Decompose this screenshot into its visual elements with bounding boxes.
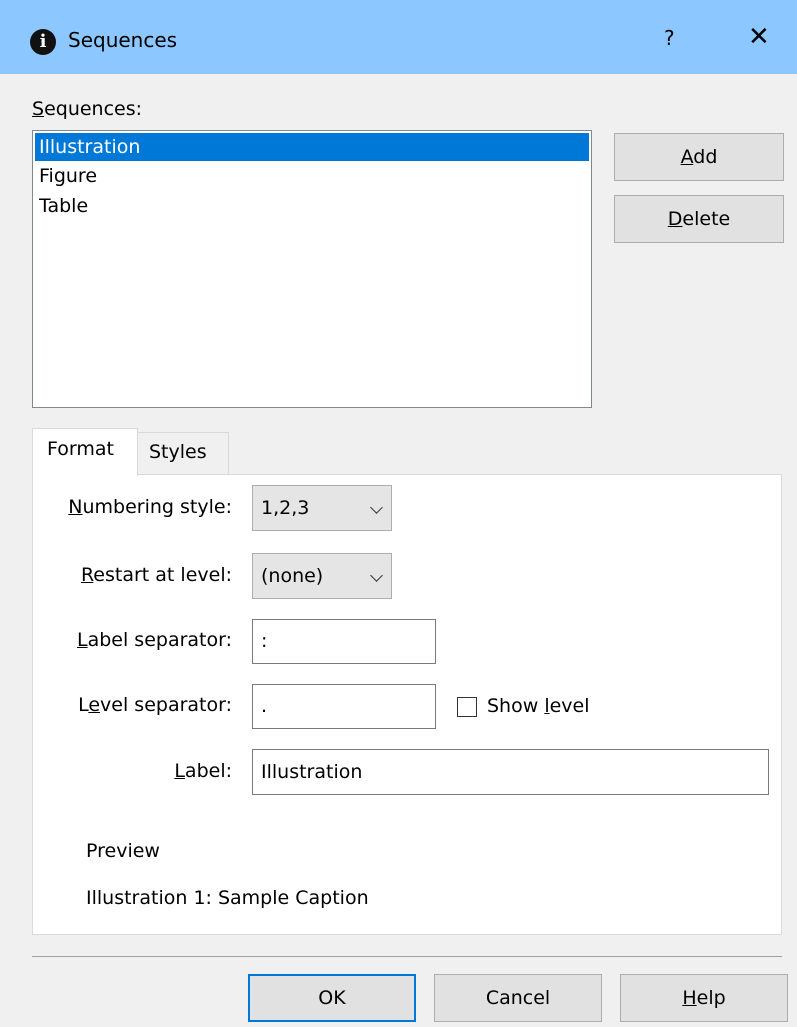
divider xyxy=(32,956,782,957)
numbering-style-dropdown[interactable]: 1,2,3 xyxy=(252,485,392,531)
label-separator-label: Label separator: xyxy=(76,629,232,651)
add-button[interactable]: Add xyxy=(614,133,784,181)
level-separator-label: Level separator: xyxy=(78,694,232,716)
tab-styles[interactable]: Styles xyxy=(137,432,229,475)
list-item[interactable]: Table xyxy=(33,191,591,221)
help-button[interactable]: Help xyxy=(620,974,788,1022)
sequences-listbox[interactable]: Illustration Figure Table xyxy=(32,130,592,408)
window-title: Sequences xyxy=(68,28,178,52)
restart-level-label: Restart at level: xyxy=(80,564,232,586)
label-field-label: Label: xyxy=(174,760,232,782)
info-icon: i xyxy=(30,29,56,55)
help-icon[interactable]: ? xyxy=(664,26,675,50)
restart-level-dropdown[interactable]: (none) xyxy=(252,553,392,599)
close-icon[interactable]: ✕ xyxy=(748,22,770,52)
numbering-style-label: Numbering style: xyxy=(68,496,232,518)
chevron-down-icon xyxy=(370,569,383,582)
sequences-label: Sequences: xyxy=(32,98,143,120)
show-level-checkbox[interactable] xyxy=(457,697,477,717)
level-separator-input[interactable]: . xyxy=(252,684,436,729)
preview-heading: Preview xyxy=(86,840,160,862)
label-input[interactable]: Illustration xyxy=(252,749,769,795)
numbering-style-value: 1,2,3 xyxy=(261,497,310,519)
restart-level-value: (none) xyxy=(261,565,324,587)
show-level-label[interactable]: Show level xyxy=(487,695,590,717)
list-item[interactable]: Illustration xyxy=(35,133,589,161)
label-separator-input[interactable]: : xyxy=(252,619,436,664)
preview-caption: Illustration 1: Sample Caption xyxy=(86,887,369,909)
list-item[interactable]: Figure xyxy=(33,161,591,191)
title-bar: i Sequences ? ✕ xyxy=(0,0,797,74)
ok-button[interactable]: OK xyxy=(248,974,416,1022)
chevron-down-icon xyxy=(370,501,383,514)
delete-button[interactable]: Delete xyxy=(614,195,784,243)
tab-format[interactable]: Format xyxy=(32,428,138,476)
cancel-button[interactable]: Cancel xyxy=(434,974,602,1022)
